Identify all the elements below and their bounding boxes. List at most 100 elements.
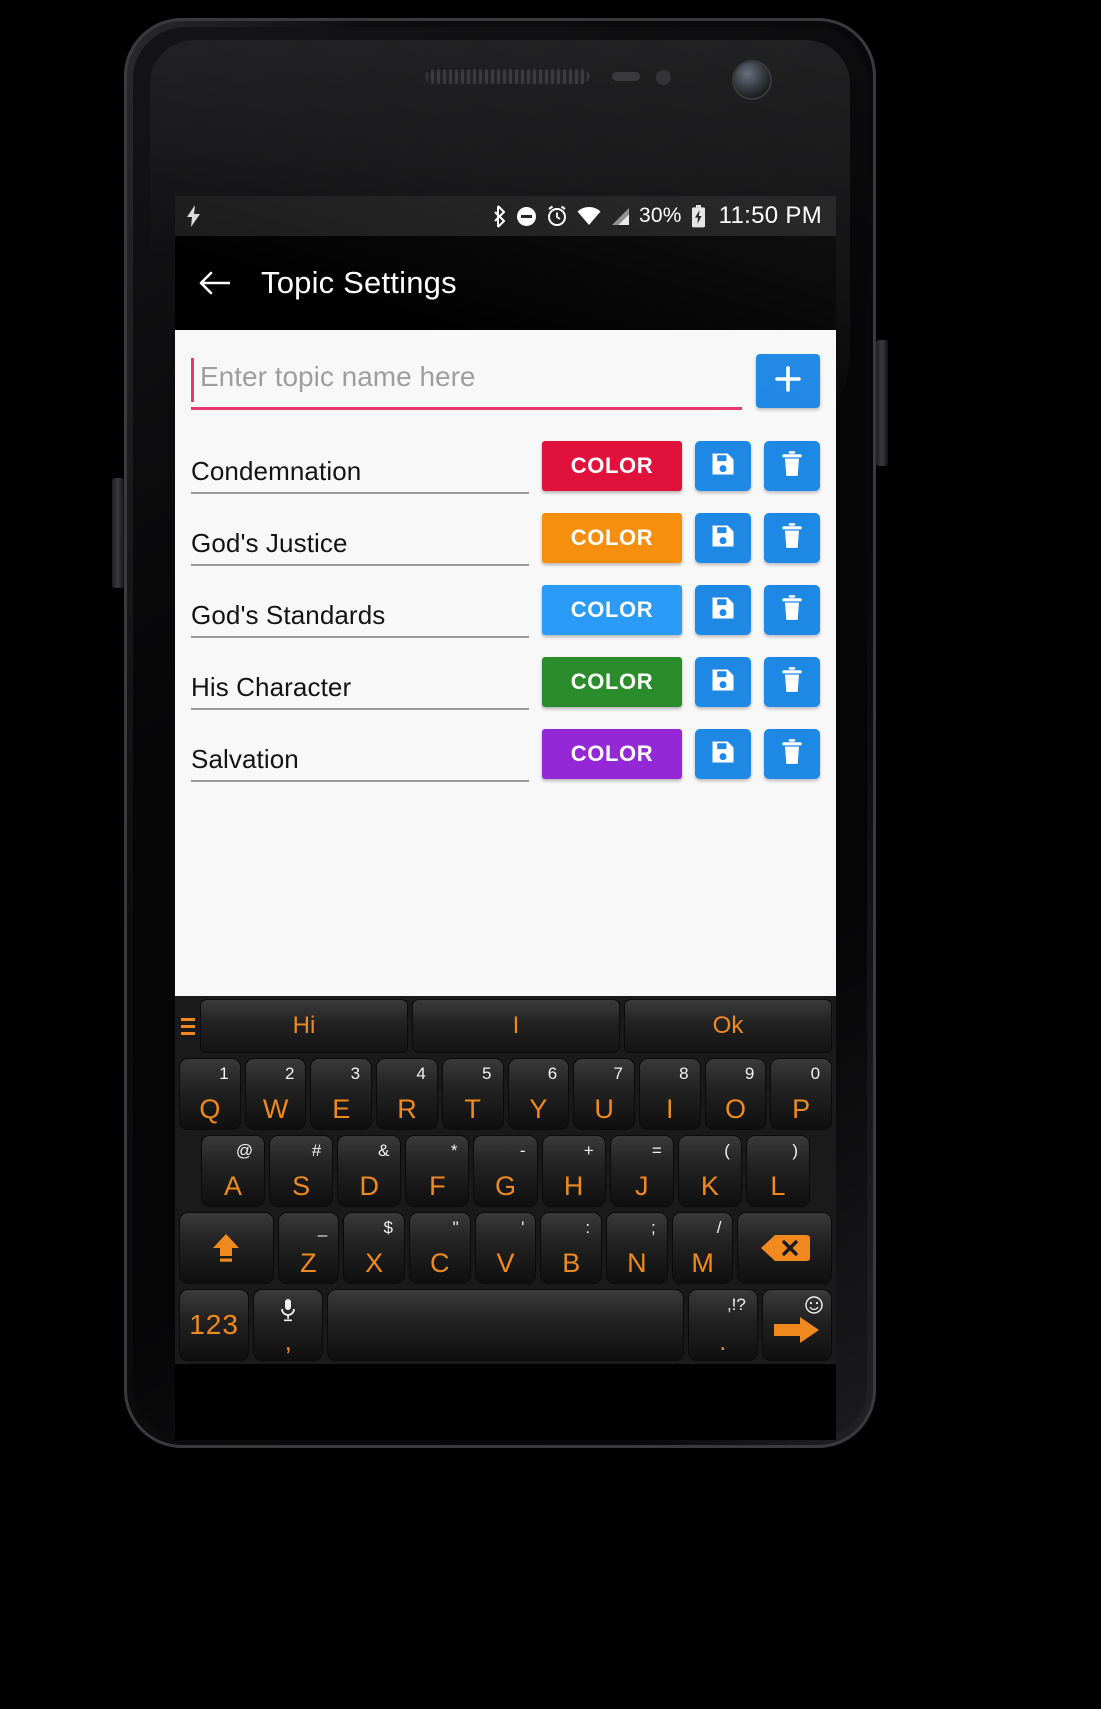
suggestion-1[interactable]: I	[412, 999, 620, 1053]
phone-screen: 30% 11:50 PM Topic Settings Enter topic …	[175, 196, 836, 1364]
comma-key[interactable]: ,	[253, 1289, 324, 1361]
power-button[interactable]	[876, 340, 888, 466]
cellular-signal-icon	[610, 207, 630, 226]
key-n[interactable]: ; N	[606, 1212, 668, 1284]
save-button[interactable]	[695, 657, 751, 707]
key-x[interactable]: $ X	[343, 1212, 405, 1284]
delete-button[interactable]	[764, 729, 820, 779]
key-alt: 0	[810, 1064, 821, 1083]
key-l[interactable]: ) L	[745, 1135, 810, 1207]
key-k[interactable]: (K	[677, 1135, 742, 1207]
topic-name-field[interactable]: His Character	[191, 654, 529, 710]
key-label: F	[429, 1171, 446, 1201]
key-label: P	[792, 1094, 811, 1124]
key-e[interactable]: 3E	[310, 1058, 373, 1130]
key-b[interactable]: :B	[540, 1212, 603, 1284]
backspace-key[interactable]	[737, 1212, 833, 1284]
key-alt: '	[521, 1218, 525, 1237]
topic-name-field[interactable]: Condemnation	[191, 438, 529, 494]
key-alt: =	[651, 1141, 662, 1160]
key-alt: 9	[744, 1064, 755, 1083]
numbers-key-label: 123	[189, 1309, 239, 1340]
trash-delete-icon	[779, 594, 805, 627]
status-bar: 30% 11:50 PM	[175, 196, 836, 236]
save-button[interactable]	[695, 513, 751, 563]
key-j[interactable]: = J	[609, 1135, 674, 1207]
delete-button[interactable]	[764, 585, 820, 635]
battery-charging-icon	[691, 204, 706, 228]
key-alt: 7	[613, 1064, 623, 1083]
space-key[interactable]	[327, 1289, 684, 1361]
key-i[interactable]: 8I	[638, 1058, 701, 1130]
save-button[interactable]	[695, 585, 751, 635]
front-camera	[734, 62, 770, 98]
suggestion-0[interactable]: Hi	[200, 999, 408, 1053]
color-button[interactable]: COLOR	[542, 729, 682, 779]
floppy-save-icon	[709, 450, 737, 483]
key-alt: +	[583, 1141, 594, 1160]
hamburger-menu-icon[interactable]	[180, 1000, 196, 1052]
topic-name-field[interactable]: Salvation	[191, 726, 529, 782]
key-g[interactable]: -G	[473, 1135, 538, 1207]
table-row: God's Justice COLOR	[191, 502, 820, 574]
key-d[interactable]: & D	[337, 1135, 402, 1207]
keyboard-row-2: @ A # S & D * F -G + H = J (K ) L	[177, 1135, 834, 1212]
topic-name-field[interactable]: God's Justice	[191, 510, 529, 566]
topic-list: Condemnation COLOR God's Justice COLOR G…	[191, 430, 820, 790]
color-button[interactable]: COLOR	[542, 441, 682, 491]
page-title: Topic Settings	[261, 265, 457, 300]
key-w[interactable]: 2W	[244, 1058, 307, 1130]
enter-key[interactable]	[761, 1289, 833, 1361]
key-alt: "	[452, 1218, 459, 1237]
key-o[interactable]: 9O	[704, 1058, 767, 1130]
key-alt: @	[235, 1141, 254, 1160]
key-p[interactable]: 0P	[770, 1058, 833, 1130]
color-button[interactable]: COLOR	[542, 513, 682, 563]
key-label: U	[594, 1094, 614, 1124]
key-t[interactable]: 5T	[441, 1058, 504, 1130]
add-topic-button[interactable]	[756, 354, 820, 408]
new-topic-field[interactable]: Enter topic name here	[191, 352, 742, 410]
numbers-key[interactable]: 123	[179, 1289, 250, 1361]
key-q[interactable]: 1Q	[179, 1058, 241, 1130]
key-label: D	[359, 1171, 380, 1201]
delete-button[interactable]	[764, 513, 820, 563]
key-a[interactable]: @ A	[201, 1135, 266, 1207]
floppy-save-icon	[709, 738, 737, 771]
key-z[interactable]: _ Z	[277, 1212, 340, 1284]
color-button[interactable]: COLOR	[542, 657, 682, 707]
delete-button[interactable]	[764, 441, 820, 491]
save-button[interactable]	[695, 729, 751, 779]
key-s[interactable]: # S	[269, 1135, 334, 1207]
key-c[interactable]: " C	[408, 1212, 471, 1284]
key-alt: 2	[284, 1064, 295, 1083]
bolt-icon	[187, 205, 201, 227]
topic-name-value: God's Justice	[191, 528, 348, 558]
key-r[interactable]: 4R	[376, 1058, 438, 1130]
key-f[interactable]: * F	[405, 1135, 470, 1207]
key-label: O	[724, 1094, 746, 1124]
key-label: H	[563, 1171, 584, 1201]
shift-key[interactable]	[179, 1212, 274, 1284]
backspace-icon	[760, 1232, 810, 1264]
key-v[interactable]: ' V	[474, 1212, 537, 1284]
volume-button[interactable]	[112, 478, 124, 588]
key-label: Y	[529, 1094, 548, 1124]
back-arrow-icon[interactable]	[197, 266, 231, 300]
key-label: X	[365, 1248, 384, 1278]
key-alt: 8	[679, 1064, 689, 1083]
key-alt: :	[585, 1218, 591, 1237]
key-alt: (	[724, 1141, 730, 1160]
delete-button[interactable]	[764, 657, 820, 707]
suggestion-2[interactable]: Ok	[624, 999, 832, 1053]
period-key-label: .	[719, 1326, 727, 1356]
key-y[interactable]: 6Y	[507, 1058, 570, 1130]
key-label: B	[562, 1248, 581, 1278]
period-key[interactable]: ,!? .	[687, 1289, 758, 1361]
key-m[interactable]: / M	[671, 1212, 734, 1284]
save-button[interactable]	[695, 441, 751, 491]
key-h[interactable]: + H	[541, 1135, 606, 1207]
topic-name-field[interactable]: God's Standards	[191, 582, 529, 638]
key-u[interactable]: 7U	[573, 1058, 635, 1130]
color-button[interactable]: COLOR	[542, 585, 682, 635]
